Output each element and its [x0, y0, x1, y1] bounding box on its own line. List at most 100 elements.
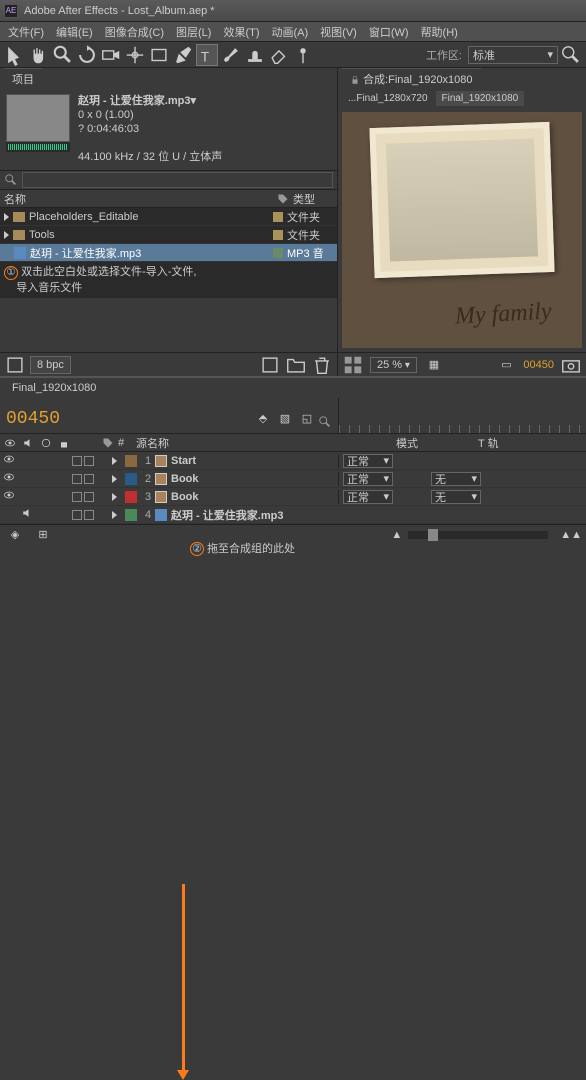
rect-tool[interactable] [148, 44, 170, 66]
grid-icon[interactable] [342, 354, 364, 376]
audio-toggle[interactable] [18, 507, 36, 522]
asset-row-tools[interactable]: Tools 文件夹 [0, 226, 337, 244]
layer-name[interactable]: Start [171, 455, 196, 467]
layer-row[interactable]: 3 Book 正常▾ 无▾ [0, 488, 586, 506]
time-ruler[interactable] [339, 425, 586, 433]
comp-subtab-a[interactable]: ...Final_1280x720 [342, 91, 434, 106]
shy-toggle[interactable] [72, 510, 82, 520]
layer-name[interactable]: Book [171, 491, 199, 503]
label-chip[interactable] [273, 230, 283, 240]
tl-graph-icon[interactable]: ▧ [274, 407, 296, 429]
toggle-switches-icon[interactable]: ◈ [4, 524, 26, 546]
zoom-dropdown[interactable]: 25 % ▾ [370, 357, 417, 373]
asset-row-mp3[interactable]: 赵玥 - 让爱住我家.mp3 MP3 音 [0, 244, 337, 262]
col-track[interactable]: T 轨 [478, 435, 499, 451]
camera-tool[interactable] [100, 44, 122, 66]
project-search-input[interactable] [22, 172, 333, 188]
project-tab[interactable]: 项目 [4, 68, 42, 89]
label-chip[interactable] [273, 248, 283, 258]
workspace-dropdown[interactable]: 标准▾ [468, 46, 558, 64]
menu-edit[interactable]: 编辑(E) [50, 22, 99, 42]
layer-row[interactable]: 4 赵玥 - 让爱住我家.mp3 [0, 506, 586, 524]
layer-row[interactable]: 1 Start 正常▾ [0, 452, 586, 470]
delete-icon[interactable] [311, 354, 333, 376]
selection-tool[interactable] [4, 44, 26, 66]
asset-row-placeholders[interactable]: Placeholders_Editable 文件夹 [0, 208, 337, 226]
rotate-tool[interactable] [76, 44, 98, 66]
col-name-header[interactable]: 名称 [0, 191, 277, 207]
resolution-icon[interactable]: ▦ [423, 354, 445, 376]
zoom-in-icon[interactable]: ▲▲ [560, 529, 582, 541]
menu-help[interactable]: 帮助(H) [415, 22, 464, 42]
menu-file[interactable]: 文件(F) [2, 22, 50, 42]
new-folder-icon[interactable] [285, 354, 307, 376]
col-type-header[interactable]: 类型 [277, 191, 337, 207]
zoom-out-icon[interactable]: ▲ [391, 529, 402, 541]
snapshot-icon[interactable] [560, 354, 582, 376]
hand-tool[interactable] [28, 44, 50, 66]
menu-view[interactable]: 视图(V) [314, 22, 363, 42]
bpc-button[interactable]: 8 bpc [30, 356, 71, 374]
menu-composition[interactable]: 图像合成(C) [99, 22, 170, 42]
collapse-toggle[interactable] [84, 510, 94, 520]
label-color[interactable] [125, 473, 137, 485]
collapse-toggle[interactable] [84, 456, 94, 466]
toggle-modes-icon[interactable]: ⊞ [32, 524, 54, 546]
col-number[interactable]: # [114, 437, 128, 449]
menu-effect[interactable]: 效果(T) [217, 22, 265, 42]
current-frame[interactable]: 00450 [523, 359, 554, 371]
label-color[interactable] [125, 509, 137, 521]
track-matte-dropdown[interactable]: 无▾ [431, 472, 481, 486]
tl-tools-icon[interactable]: ⬘ [252, 407, 274, 429]
tl-layer-icon[interactable]: ◱ [296, 407, 318, 429]
visibility-toggle[interactable] [0, 471, 18, 486]
text-tool[interactable]: T [196, 44, 218, 66]
puppet-tool[interactable] [292, 44, 314, 66]
blend-mode-dropdown[interactable]: 正常▾ [343, 454, 393, 468]
collapse-toggle[interactable] [84, 492, 94, 502]
expand-icon[interactable] [4, 213, 9, 221]
expand-icon[interactable] [112, 457, 117, 465]
pen-tool[interactable] [172, 44, 194, 66]
region-icon[interactable]: ▭ [495, 354, 517, 376]
expand-icon[interactable] [112, 475, 117, 483]
expand-icon[interactable] [112, 493, 117, 501]
menu-layer[interactable]: 图层(L) [170, 22, 217, 42]
zoom-slider[interactable] [408, 531, 548, 539]
visibility-toggle[interactable] [0, 489, 18, 504]
layer-name[interactable]: 赵玥 - 让爱住我家.mp3 [171, 507, 283, 523]
blend-mode-dropdown[interactable]: 正常▾ [343, 490, 393, 504]
layer-row[interactable]: 2 Book 正常▾ 无▾ [0, 470, 586, 488]
anchor-tool[interactable] [124, 44, 146, 66]
expand-icon[interactable] [4, 231, 9, 239]
layer-name[interactable]: Book [171, 473, 199, 485]
shy-toggle[interactable] [72, 492, 82, 502]
label-color[interactable] [125, 491, 137, 503]
new-comp-icon[interactable] [259, 354, 281, 376]
menu-animation[interactable]: 动画(A) [266, 22, 315, 42]
shy-toggle[interactable] [72, 456, 82, 466]
col-source[interactable]: 源名称 [136, 435, 169, 451]
blend-mode-dropdown[interactable]: 正常▾ [343, 472, 393, 486]
eraser-tool[interactable] [268, 44, 290, 66]
menu-window[interactable]: 窗口(W) [363, 22, 415, 42]
composition-viewer[interactable]: My family [342, 112, 582, 348]
shy-toggle[interactable] [72, 474, 82, 484]
search-icon[interactable] [318, 415, 332, 429]
timeline-tab[interactable]: Final_1920x1080 [4, 380, 104, 396]
comp-subtab-b[interactable]: Final_1920x1080 [436, 91, 525, 106]
search-help-icon[interactable] [560, 44, 582, 66]
interpret-footage-icon[interactable] [4, 354, 26, 376]
col-mode[interactable]: 模式 [396, 435, 418, 451]
visibility-toggle[interactable] [0, 453, 18, 468]
track-matte-dropdown[interactable]: 无▾ [431, 490, 481, 504]
brush-tool[interactable] [220, 44, 242, 66]
zoom-tool[interactable] [52, 44, 74, 66]
expand-icon[interactable] [112, 511, 117, 519]
collapse-toggle[interactable] [84, 474, 94, 484]
timecode[interactable]: 00450 [6, 409, 60, 429]
comp-tab[interactable]: 合成:Final_1920x1080 [342, 68, 481, 89]
label-chip[interactable] [273, 212, 283, 222]
stamp-tool[interactable] [244, 44, 266, 66]
label-color[interactable] [125, 455, 137, 467]
